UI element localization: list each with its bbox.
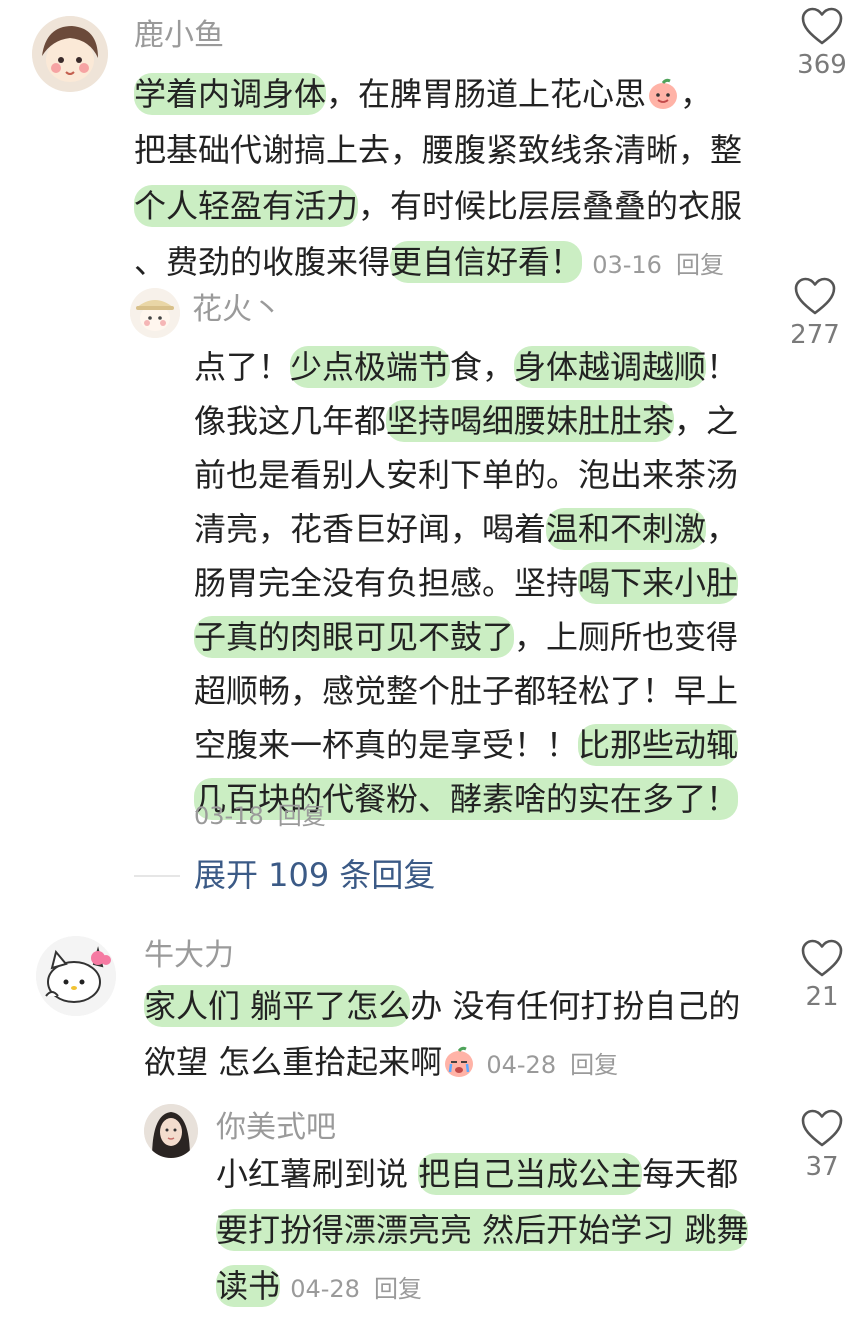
text-span: ！ [706,348,739,386]
text-span: 像我这几年都 [194,402,387,440]
comment-author[interactable]: 牛大力 [144,938,234,974]
comment-date: 04-28 [486,1051,557,1079]
reply-meta: 03-18 回复 [194,800,326,832]
text-span: 小红薯刷到说 [216,1155,419,1193]
text-span: 点了！ [194,348,291,386]
crying-peach-emoji-icon [445,1046,474,1077]
highlight-span: 温和不刺激 [546,508,707,550]
text-span: 每天都 [642,1155,739,1193]
heart-icon [794,277,836,315]
reply-button[interactable]: 回复 [676,251,724,279]
reply-author[interactable]: 花火丶 [192,292,282,328]
comment-author[interactable]: 鹿小鱼 [134,18,224,54]
expand-divider [134,875,180,877]
expand-replies-button[interactable]: 展开 109 条回复 [194,855,435,895]
reply-meta: 04-28 回复 [290,1275,422,1303]
text-line: 超顺畅，感觉整个肚子都轻松了！早上 [194,672,739,710]
text-span: ， [706,510,739,548]
reply-text: 小红薯刷到说 把自己当成公主每天都 要打扮得漂漂亮亮 然后开始学习 跳舞 读书 … [216,1146,749,1314]
text-span: 食， [450,348,515,386]
reply-date: 03-18 [194,802,264,830]
highlight-span: 比那些动辄 [578,724,739,766]
highlight-span: 更自信好看！ [390,241,583,283]
heart-icon [801,1109,843,1147]
text-span: 欲望 怎么重拾起来啊 [144,1043,443,1081]
like-button[interactable]: 37 [782,1108,862,1182]
highlight-span: 要打扮得漂漂亮亮 然后开始学习 跳舞 [216,1209,749,1251]
smiling-peach-emoji-icon [649,78,678,109]
highlight-span: 子真的肉眼可见不鼓了 [194,616,515,658]
text-span: ，之 [674,402,739,440]
hello-kitty-avatar-icon [36,936,116,1016]
highlight-span: 少点极端节 [290,346,451,388]
text-span: 办 没有任何打扮自己的 [410,987,741,1025]
comment-text: 学着内调身体，在脾胃肠道上花心思 ， 把基础代谢搞上去，腰腹紧致线条清晰，整 个人… [134,66,742,290]
comment-meta: 04-28 回复 [486,1051,618,1079]
reply-button[interactable]: 回复 [570,1051,618,1079]
highlight-span: 把自己当成公主 [418,1153,643,1195]
text-span: ，有时候比层层叠叠的衣服 [358,187,743,225]
avatar[interactable] [32,16,108,92]
reply-button[interactable]: 回复 [374,1275,422,1303]
like-button[interactable]: 21 [782,938,862,1012]
highlight-span: 喝下来小肚 [578,562,739,604]
highlight-span: 身体越调越顺 [514,346,707,388]
like-count: 37 [805,1152,839,1182]
avatar[interactable] [36,936,116,1016]
heart-icon [801,939,843,977]
cartoon-girl-avatar-icon [32,16,108,92]
text-span: ，在脾胃肠道上花心思 [326,75,647,113]
comment-meta: 03-16 回复 [592,251,724,279]
reply-button[interactable]: 回复 [278,802,326,830]
text-span: ，上厕所也变得 [514,618,739,656]
comment-date: 03-16 [592,251,662,279]
hat-cartoon-avatar-icon [130,288,180,338]
text-line: 前也是看别人安利下单的。泡出来茶汤 [194,456,739,494]
comment-text: 家人们 躺平了怎么办 没有任何打扮自己的 欲望 怎么重拾起来啊 04-28 回复 [144,978,740,1090]
reply-text: 点了！少点极端节食，身体越调越顺！ 像我这几年都坚持喝细腰妹肚肚茶，之 前也是看… [194,340,738,826]
text-span: 肠胃完全没有负担感。坚持 [194,564,579,602]
text-span: 、费劲的收腹来得 [134,243,391,281]
like-button[interactable]: 369 [782,6,862,80]
avatar[interactable] [130,288,180,338]
highlight-span: 坚持喝细腰妹肚肚茶 [386,400,675,442]
text-span: 空腹来一杯真的是享受！！ [194,726,579,764]
highlight-span: 读书 [216,1265,281,1307]
heart-icon [801,7,843,45]
like-count: 277 [790,320,840,350]
highlight-span: 个人轻盈有活力 [134,185,359,227]
text-line: 把基础代谢搞上去，腰腹紧致线条清晰，整 [134,131,743,169]
like-button[interactable]: 277 [775,276,855,350]
like-count: 21 [805,982,839,1012]
text-span: 清亮，花香巨好闻，喝着 [194,510,547,548]
girl-photo-avatar-icon [144,1104,198,1158]
text-span: ， [680,75,713,113]
reply-author[interactable]: 你美式吧 [216,1110,336,1146]
highlight-span: 学着内调身体 [134,73,327,115]
like-count: 369 [797,50,847,80]
avatar[interactable] [144,1104,198,1158]
highlight-span: 家人们 躺平了怎么 [144,985,411,1027]
reply-date: 04-28 [290,1275,360,1303]
